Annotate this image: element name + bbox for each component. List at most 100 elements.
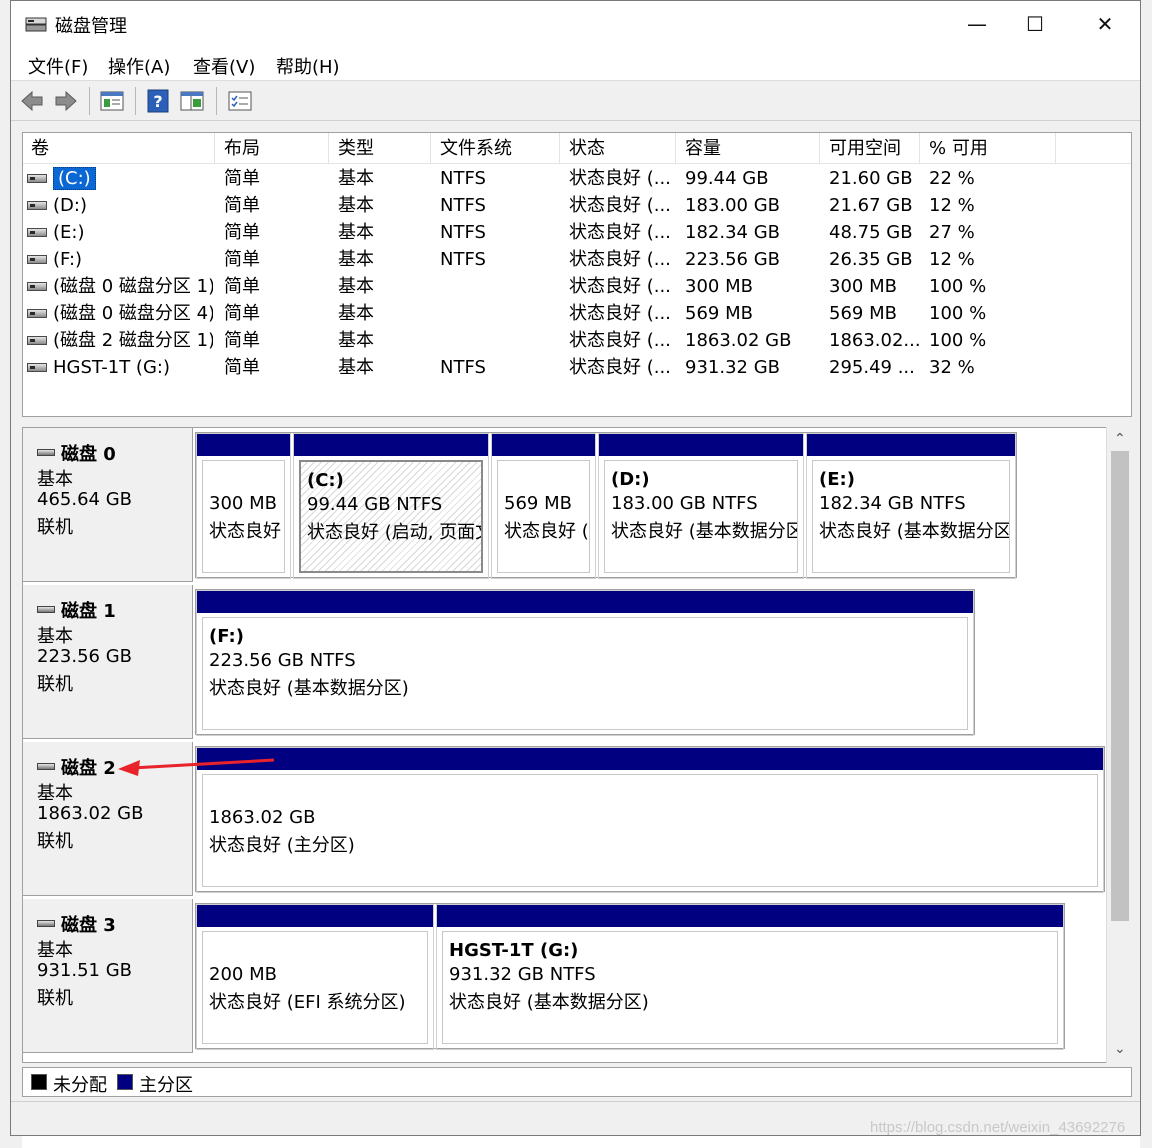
volume-cell-status: 状态良好 (... — [569, 276, 671, 297]
menu-file[interactable]: 文件(F) — [28, 53, 88, 79]
volume-cell-pct: 100 % — [929, 330, 987, 351]
partition-block[interactable]: (E:) 182.34 GB NTFS 状态良好 (基本数据分区 — [806, 433, 1016, 579]
column-header-type[interactable]: 类型 — [330, 133, 431, 164]
partition-label: (E:) — [819, 469, 855, 490]
partition-block[interactable]: HGST-1T (G:) 931.32 GB NTFS 状态良好 (基本数据分区) — [436, 904, 1064, 1050]
partition-label: (F:) — [209, 626, 244, 647]
volume-cell-pct: 100 % — [929, 276, 987, 297]
scrollbar-thumb[interactable] — [1111, 451, 1129, 921]
column-header-capacity[interactable]: 容量 — [677, 133, 820, 164]
volume-row[interactable]: (C:) 简单 基本 NTFS 状态良好 (... 99.44 GB 21.60 GB 22 … — [23, 165, 1131, 192]
menu-help[interactable]: 帮助(H) — [276, 53, 340, 79]
volume-row[interactable]: (D:) 简单 基本 NTFS 状态良好 (... 183.00 GB 21.67 GB 12… — [23, 192, 1131, 219]
disk-info[interactable]: 磁盘 0 基本 465.64 GB 联机 — [23, 428, 193, 582]
volume-list[interactable]: 卷 布局 类型 文件系统 状态 容量 可用空间 % 可用 (C:) 简单 基本 NTF… — [22, 132, 1132, 417]
checklist-icon[interactable] — [227, 88, 253, 114]
disk-kind: 基本 — [37, 940, 73, 961]
toolbar: ? — [11, 81, 1140, 121]
disk-graphical-view[interactable]: 磁盘 0 基本 465.64 GB 联机 300 MB 状态良好 (C:) 99.44 GB … — [22, 427, 1132, 1063]
volume-cell-type: 基本 — [338, 222, 374, 243]
column-header-free-space[interactable]: 可用空间 — [821, 133, 920, 164]
disk-title: 磁盘 1 — [37, 597, 116, 623]
partition-block[interactable]: (C:) 99.44 GB NTFS 状态良好 (启动, 页面文 — [293, 433, 489, 579]
disk-info[interactable]: 磁盘 1 基本 223.56 GB 联机 — [23, 585, 193, 739]
minimize-button[interactable]: — — [957, 9, 997, 39]
volume-cell-free: 295.49 ... — [829, 357, 915, 378]
volume-cell-capacity: 183.00 GB — [685, 195, 781, 216]
menu-bar: 文件(F) 操作(A) 查看(V) 帮助(H) — [11, 47, 1140, 81]
volume-row[interactable]: (F:) 简单 基本 NTFS 状态良好 (... 223.56 GB 26.35 GB 12… — [23, 246, 1131, 273]
toolbar-separator — [216, 87, 217, 115]
column-header-volume[interactable]: 卷 — [23, 133, 215, 164]
volume-cell-free: 48.75 GB — [829, 222, 913, 243]
drive-icon — [27, 336, 47, 345]
disk-title: 磁盘 2 — [37, 754, 116, 780]
disk-title-text: 磁盘 0 — [61, 444, 116, 465]
svg-text:?: ? — [153, 92, 162, 111]
back-icon[interactable] — [19, 88, 45, 114]
volume-cell-layout: 简单 — [224, 168, 260, 189]
disk-title-text: 磁盘 3 — [61, 915, 116, 936]
volume-row[interactable]: (磁盘 0 磁盘分区 4) 简单 基本 状态良好 (... 569 MB 569 MB 10… — [23, 300, 1131, 327]
graphical-view-scrollbar[interactable]: ⌃ ⌄ — [1106, 427, 1132, 1063]
partition-body: HGST-1T (G:) 931.32 GB NTFS 状态良好 (基本数据分区) — [442, 931, 1058, 1044]
column-header-status[interactable]: 状态 — [561, 133, 676, 164]
column-header-filesystem[interactable]: 文件系统 — [432, 133, 560, 164]
partition-body: (E:) 182.34 GB NTFS 状态良好 (基本数据分区 — [812, 460, 1010, 573]
volume-name: (磁盘 0 磁盘分区 4) — [53, 300, 213, 327]
volume-cell-pct: 12 % — [929, 249, 975, 270]
volume-name: (磁盘 2 磁盘分区 1) — [53, 327, 213, 354]
help-icon[interactable]: ? — [145, 88, 171, 114]
partition-status: 状态良好 — [209, 521, 281, 542]
volume-list-header: 卷 布局 类型 文件系统 状态 容量 可用空间 % 可用 — [23, 133, 1131, 164]
partition-block[interactable]: (F:) 223.56 GB NTFS 状态良好 (基本数据分区) — [196, 590, 974, 736]
partition-block[interactable]: 300 MB 状态良好 — [196, 433, 291, 579]
volume-cell-capacity: 300 MB — [685, 276, 753, 297]
background-window-edge-right — [1140, 0, 1152, 1148]
volume-row[interactable]: (E:) 简单 基本 NTFS 状态良好 (... 182.34 GB 48.75 GB 27… — [23, 219, 1131, 246]
partition-status: 状态良好 (基本数据分区) — [449, 992, 649, 1013]
disk-icon — [37, 606, 55, 613]
partition-body: 569 MB 状态良好 ( — [497, 460, 590, 573]
maximize-button[interactable]: ☐ — [1015, 9, 1055, 39]
scroll-down-icon[interactable]: ⌄ — [1114, 1041, 1126, 1057]
drive-icon — [27, 174, 47, 183]
toolbar-separator — [89, 87, 90, 115]
close-button[interactable]: ✕ — [1085, 9, 1125, 39]
column-header-percent-free[interactable]: % 可用 — [921, 133, 1056, 164]
window-title: 磁盘管理 — [55, 16, 127, 37]
partition-header-bar — [599, 434, 803, 456]
partition-block[interactable]: 569 MB 状态良好 ( — [491, 433, 596, 579]
scroll-up-icon[interactable]: ⌃ — [1114, 431, 1126, 447]
forward-icon[interactable] — [53, 88, 79, 114]
volume-row[interactable]: (磁盘 0 磁盘分区 1) 简单 基本 状态良好 (... 300 MB 300 MB 10… — [23, 273, 1131, 300]
legend-swatch-unallocated — [31, 1074, 47, 1090]
volume-row[interactable]: (磁盘 2 磁盘分区 1) 简单 基本 状态良好 (... 1863.02 GB 1863… — [23, 327, 1131, 354]
disk-title: 磁盘 0 — [37, 440, 116, 466]
volume-name: (D:) — [53, 192, 213, 219]
volume-name-text: (磁盘 2 磁盘分区 1) — [53, 330, 213, 351]
disk-info[interactable]: 磁盘 3 基本 931.51 GB 联机 — [23, 899, 193, 1053]
partition-size: 183.00 GB NTFS — [611, 493, 758, 514]
properties-icon[interactable] — [99, 88, 125, 114]
disk-kind: 基本 — [37, 783, 73, 804]
disk-title: 磁盘 3 — [37, 911, 116, 937]
menu-action[interactable]: 操作(A) — [108, 53, 170, 79]
disk-management-icon — [25, 17, 47, 32]
volume-cell-type: 基本 — [338, 303, 374, 324]
legend-swatch-primary — [117, 1074, 133, 1090]
partition-size: 200 MB — [209, 964, 277, 985]
partition-label: (C:) — [307, 470, 344, 491]
menu-view[interactable]: 查看(V) — [193, 53, 255, 79]
partition-block[interactable]: (D:) 183.00 GB NTFS 状态良好 (基本数据分区 — [598, 433, 804, 579]
partition-size: 99.44 GB NTFS — [307, 494, 443, 515]
partition-status: 状态良好 (基本数据分区) — [209, 678, 409, 699]
title-bar[interactable]: 磁盘管理 — ☐ ✕ — [11, 1, 1140, 47]
volume-row[interactable]: HGST-1T (G:) 简单 基本 NTFS 状态良好 (... 931.32 GB 29… — [23, 354, 1131, 381]
partition-block[interactable]: 1863.02 GB 状态良好 (主分区) — [196, 747, 1104, 893]
view-icon[interactable] — [179, 88, 205, 114]
partition-status: 状态良好 (基本数据分区 — [819, 521, 1010, 542]
column-header-layout[interactable]: 布局 — [216, 133, 329, 164]
partition-block[interactable]: 200 MB 状态良好 (EFI 系统分区) — [196, 904, 434, 1050]
volume-cell-pct: 27 % — [929, 222, 975, 243]
